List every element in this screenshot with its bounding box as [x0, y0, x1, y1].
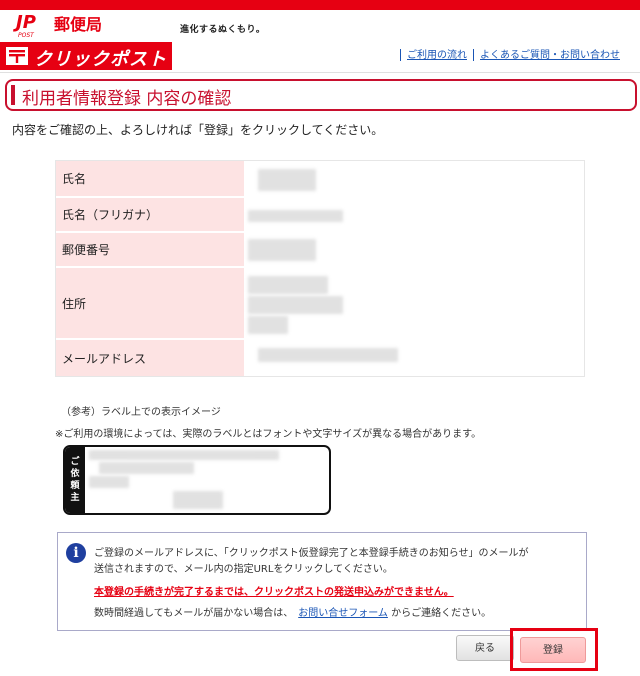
notice-line-1: ご登録のメールアドレスに、「クリックポスト仮登録完了と本登録手続きのお知らせ」の… — [94, 548, 529, 559]
redacted-value — [248, 316, 288, 334]
label-sender-tag: ご 依 頼 主 — [65, 447, 85, 513]
clickpost-logo[interactable]: クリックポスト — [0, 42, 172, 70]
table-row: 住所 — [56, 268, 584, 340]
clickpost-logo-text: クリックポスト — [34, 49, 167, 70]
redacted-value — [173, 491, 223, 509]
redacted-value — [248, 210, 343, 222]
field-label-name: 氏名 — [56, 161, 244, 196]
contact-form-link[interactable]: お問い合せフォーム — [298, 608, 388, 619]
tagline: 進化するぬくもり。 — [180, 25, 266, 35]
label-preview: ご 依 頼 主 — [63, 445, 331, 515]
user-info-table: 氏名 氏名（フリガナ） 郵便番号 住所 メールアドレス — [55, 160, 585, 377]
field-value-address — [244, 268, 584, 338]
register-button[interactable]: 登録 — [520, 637, 586, 663]
redacted-value — [248, 296, 343, 314]
redacted-value — [248, 276, 328, 294]
table-row: 氏名（フリガナ） — [56, 198, 584, 233]
table-row: 氏名 — [56, 161, 584, 198]
redacted-value — [258, 169, 316, 191]
faq-contact-link[interactable]: よくあるご質問・お問い合わせ — [474, 50, 626, 61]
intro-text: 内容をご確認の上、よろしければ「登録」をクリックしてください。 — [12, 123, 384, 137]
table-row: 郵便番号 — [56, 233, 584, 268]
table-row: メールアドレス — [56, 340, 584, 376]
field-label-postal-code: 郵便番号 — [56, 233, 244, 266]
field-value-postal-code — [244, 233, 584, 266]
page-title: 利用者情報登録 内容の確認 — [22, 89, 232, 109]
redacted-value — [258, 348, 398, 362]
redacted-value — [99, 462, 194, 474]
notice-line-2: 送信されますので、メール内の指定URLをクリックしてください。 — [94, 564, 393, 575]
notice-line-4-before: 数時間経過してもメールが届かない場合は、 — [94, 608, 289, 619]
sender-char: 依 — [70, 468, 80, 479]
sender-char: 頼 — [70, 481, 80, 491]
notice-box: i ご登録のメールアドレスに、「クリックポスト仮登録完了と本登録手続きのお知らせ… — [57, 532, 587, 631]
sender-char: ご — [70, 456, 80, 467]
page-title-box: 利用者情報登録 内容の確認 — [5, 79, 637, 111]
back-button[interactable]: 戻る — [456, 635, 514, 661]
field-value-email — [244, 340, 584, 376]
header-top-bar — [0, 0, 640, 10]
notice-line-4-after: からご連絡ください。 — [391, 608, 492, 619]
usage-flow-link[interactable]: ご利用の流れ — [401, 50, 473, 61]
info-icon: i — [66, 543, 86, 563]
redacted-value — [248, 239, 316, 261]
field-label-address: 住所 — [56, 268, 244, 338]
brand-top: JP — [13, 12, 36, 33]
brand-name: 郵便局 — [54, 15, 102, 34]
notice-warning: 本登録の手続きが完了するまでは、クリックポストの発送申込みができません。 — [94, 587, 454, 598]
redacted-value — [89, 450, 279, 460]
notice-line-4: 数時間経過してもメールが届かない場合は、 お問い合せフォーム からご連絡ください… — [94, 604, 491, 619]
header-links: ご利用の流れ よくあるご質問・お問い合わせ — [400, 46, 626, 61]
label-preview-title: （参考）ラベル上での表示イメージ — [61, 407, 221, 418]
field-label-email: メールアドレス — [56, 340, 244, 376]
field-value-furigana — [244, 198, 584, 231]
field-value-name — [244, 161, 584, 196]
field-label-furigana: 氏名（フリガナ） — [56, 198, 244, 231]
redacted-value — [89, 476, 129, 488]
postal-mark-icon — [6, 47, 28, 65]
brand-sub: POST — [18, 32, 35, 39]
header-divider — [0, 72, 640, 73]
title-accent-bar — [11, 85, 15, 105]
japan-post-logo[interactable]: JP POST 郵便局 — [12, 10, 142, 40]
label-preview-note: ※ご利用の環境によっては、実際のラベルとはフォントや文字サイズが異なる場合があり… — [55, 429, 482, 440]
sender-char: 主 — [70, 493, 80, 504]
